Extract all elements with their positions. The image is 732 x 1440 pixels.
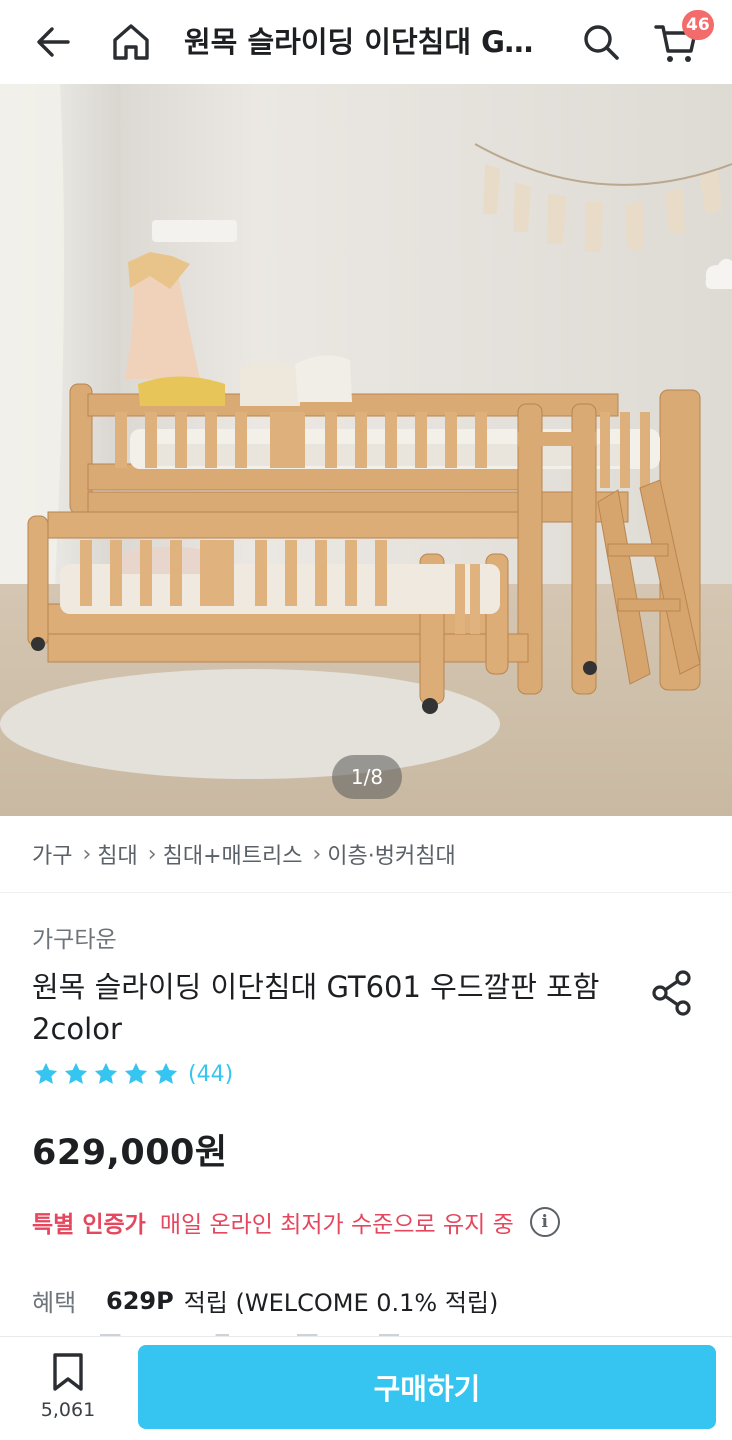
share-button[interactable]: [648, 966, 696, 1020]
benefit-label: 혜택: [32, 1289, 77, 1317]
info-icon[interactable]: i: [529, 1207, 560, 1237]
breadcrumb-item-bunk-bed[interactable]: 이층·벙커침대: [327, 838, 455, 870]
benefit-point: 629P: [106, 1286, 174, 1315]
top-app-bar: 원목 슬라이딩 이단침대 GT601 우드깔판 포함 2color 46: [0, 0, 732, 84]
breadcrumb-item-furniture[interactable]: 가구: [32, 838, 72, 870]
product-title: 원목 슬라이딩 이단침대 GT601 우드깔판 포함 2color: [32, 970, 600, 1046]
bunk-bed-photo: [0, 84, 732, 816]
special-price-notice: 특별 인증가 매일 온라인 최저가 수준으로 유지 중 i: [32, 1205, 560, 1239]
bookmark-button[interactable]: 5,061: [30, 1351, 106, 1431]
section-divider: [0, 892, 732, 893]
star-icon: [64, 1062, 88, 1084]
breadcrumb-item-bed[interactable]: 침대: [97, 838, 137, 870]
buy-button[interactable]: 구매하기: [138, 1345, 716, 1429]
cart-button[interactable]: 46: [648, 10, 714, 70]
special-price-desc: 매일 온라인 최저가 수준으로 유지 중: [159, 1212, 514, 1238]
back-arrow-icon: [37, 27, 70, 57]
rating-stars: [32, 1060, 180, 1088]
back-button[interactable]: [26, 14, 82, 70]
cart-count-badge: 46: [682, 10, 714, 40]
star-icon: [154, 1062, 178, 1084]
header-title: 원목 슬라이딩 이단침대 GT601 우드깔판 포함 2color: [184, 25, 534, 59]
star-icon: [94, 1062, 118, 1084]
bookmark-count: 5,061: [40, 1399, 96, 1421]
bottom-action-bar: 5,061 구매하기: [0, 1336, 732, 1440]
brand-name[interactable]: 가구타운: [32, 920, 117, 954]
review-count[interactable]: (44): [188, 1062, 233, 1087]
breadcrumb-item-bed-mattress[interactable]: 침대+매트리스: [163, 838, 303, 870]
rating[interactable]: (44): [32, 1060, 233, 1088]
star-icon: [34, 1062, 58, 1084]
special-price-label: 특별 인증가: [32, 1212, 146, 1238]
product-image[interactable]: [0, 84, 732, 816]
chevron-right-icon: ›: [82, 841, 92, 867]
home-button[interactable]: [103, 14, 159, 70]
product-price: 629,000원: [32, 1133, 228, 1173]
benefit-row: 혜택 629P 적립 (WELCOME 0.1% 적립): [32, 1283, 498, 1318]
image-page-indicator: 1/8: [332, 755, 402, 799]
search-icon: [584, 25, 619, 60]
home-icon: [113, 24, 149, 60]
search-button[interactable]: [573, 14, 629, 70]
chevron-right-icon: ›: [312, 841, 322, 867]
star-icon: [124, 1062, 148, 1084]
bookmark-icon: [53, 1353, 83, 1391]
benefit-desc: 적립 (WELCOME 0.1% 적립): [183, 1289, 499, 1317]
breadcrumb: 가구 › 침대 › 침대+매트리스 › 이층·벙커침대: [32, 838, 456, 870]
chevron-right-icon: ›: [147, 841, 157, 867]
share-icon: [652, 970, 691, 1016]
